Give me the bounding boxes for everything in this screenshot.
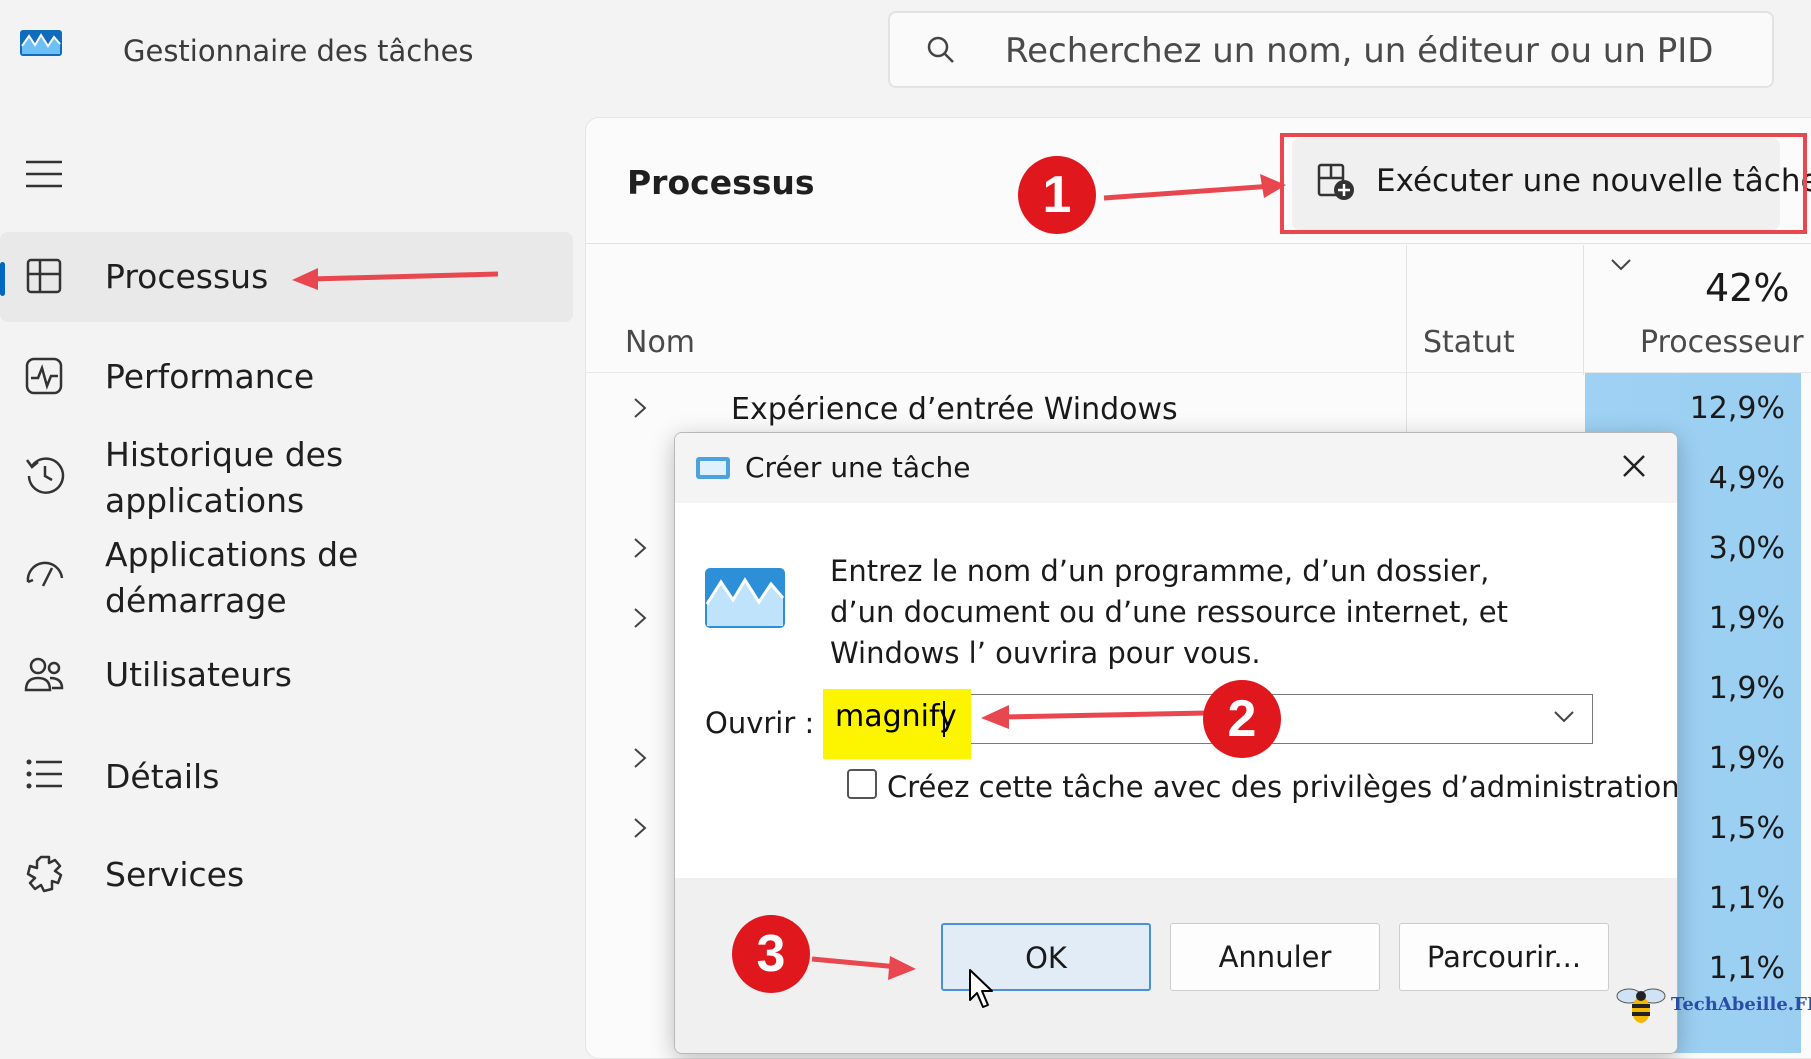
cancel-button[interactable]: Annuler [1170, 923, 1380, 991]
hamburger-menu-icon[interactable] [24, 158, 64, 190]
annotation-badge-1: 1 [1018, 156, 1096, 234]
expand-chevron-icon[interactable] [632, 536, 648, 560]
sidebar-item-label: Détails [105, 757, 220, 796]
expand-chevron-icon[interactable] [632, 746, 648, 770]
annotation-highlight-box [1280, 133, 1807, 234]
browse-button[interactable]: Parcourir... [1399, 923, 1609, 991]
expand-chevron-icon[interactable] [632, 816, 648, 840]
annotation-arrow [811, 956, 916, 980]
sidebar-item-label: Services [105, 855, 245, 894]
column-header-name[interactable]: Nom [625, 325, 695, 360]
mouse-cursor-icon [969, 969, 993, 1008]
divider [1583, 245, 1584, 375]
task-manager-large-icon [705, 568, 785, 628]
annotation-arrow [981, 705, 1208, 729]
search-box[interactable]: Recherchez un nom, un éditeur ou un PID [888, 11, 1774, 88]
table-cell-name[interactable]: Expérience d’entrée Windows [731, 392, 1178, 427]
performance-icon [25, 357, 63, 395]
cpu-total-value: 42% [1705, 266, 1790, 310]
sidebar-item-label: Processus [105, 257, 269, 296]
startup-icon [26, 561, 64, 587]
sidebar-item-historique[interactable]: Historique des applications [0, 432, 573, 528]
details-icon [26, 759, 62, 789]
annotation-arrow [292, 268, 499, 290]
search-icon [927, 36, 954, 63]
sidebar-item-label: Performance [105, 357, 315, 396]
expand-chevron-icon[interactable] [632, 606, 648, 630]
close-icon[interactable] [1619, 451, 1649, 481]
history-icon [25, 457, 65, 494]
dialog-title: Créer une tâche [745, 451, 971, 484]
services-icon [26, 855, 63, 893]
annotation-badge-2: 2 [1203, 680, 1281, 758]
watermark: TechAbeille.FR [1615, 982, 1811, 1026]
divider [585, 243, 1811, 244]
sort-chevron-down-icon[interactable] [1610, 258, 1632, 272]
bee-logo-icon [1616, 988, 1666, 1023]
admin-privileges-label[interactable]: Créez cette tâche avec des privilèges d’… [887, 770, 1677, 804]
sidebar-item-demarrage[interactable]: Applications de démarrage [0, 532, 573, 628]
annotation-arrow [1103, 174, 1286, 201]
open-input-value[interactable]: magnify [835, 699, 957, 734]
table-cell-cpu: 12,9% [1689, 391, 1785, 426]
watermark-text: TechAbeille.FR [1671, 994, 1811, 1015]
run-dialog-icon [696, 457, 730, 479]
column-header-cpu[interactable]: Processeur [1640, 325, 1804, 360]
task-manager-logo-icon [20, 30, 62, 56]
sidebar-item-label: Applications de démarrage [105, 535, 359, 620]
page-title: Processus [627, 163, 815, 202]
sidebar-item-details[interactable]: Détails [0, 732, 573, 822]
admin-privileges-checkbox[interactable] [847, 769, 877, 799]
annotation-badge-3: 3 [732, 915, 810, 993]
column-header-status[interactable]: Statut [1423, 325, 1515, 360]
open-label: Ouvrir : [705, 706, 815, 740]
dialog-description: Entrez le nom d’un programme, d’un dossi… [830, 554, 1508, 670]
processes-icon [26, 258, 62, 294]
expand-chevron-icon[interactable] [632, 396, 648, 420]
chevron-down-icon[interactable] [1553, 710, 1575, 724]
sidebar-item-performance[interactable]: Performance [0, 332, 573, 422]
app-title: Gestionnaire des tâches [123, 34, 474, 68]
sidebar-item-label: Utilisateurs [105, 655, 292, 694]
search-input[interactable]: Recherchez un nom, un éditeur ou un PID [1005, 31, 1713, 71]
sidebar-item-utilisateurs[interactable]: Utilisateurs [0, 632, 573, 722]
sidebar-item-label: Historique des applications [105, 435, 344, 520]
text-caret [943, 701, 945, 737]
sidebar-item-services[interactable]: Services [0, 832, 573, 922]
active-indicator [0, 262, 5, 296]
users-icon [24, 657, 64, 692]
